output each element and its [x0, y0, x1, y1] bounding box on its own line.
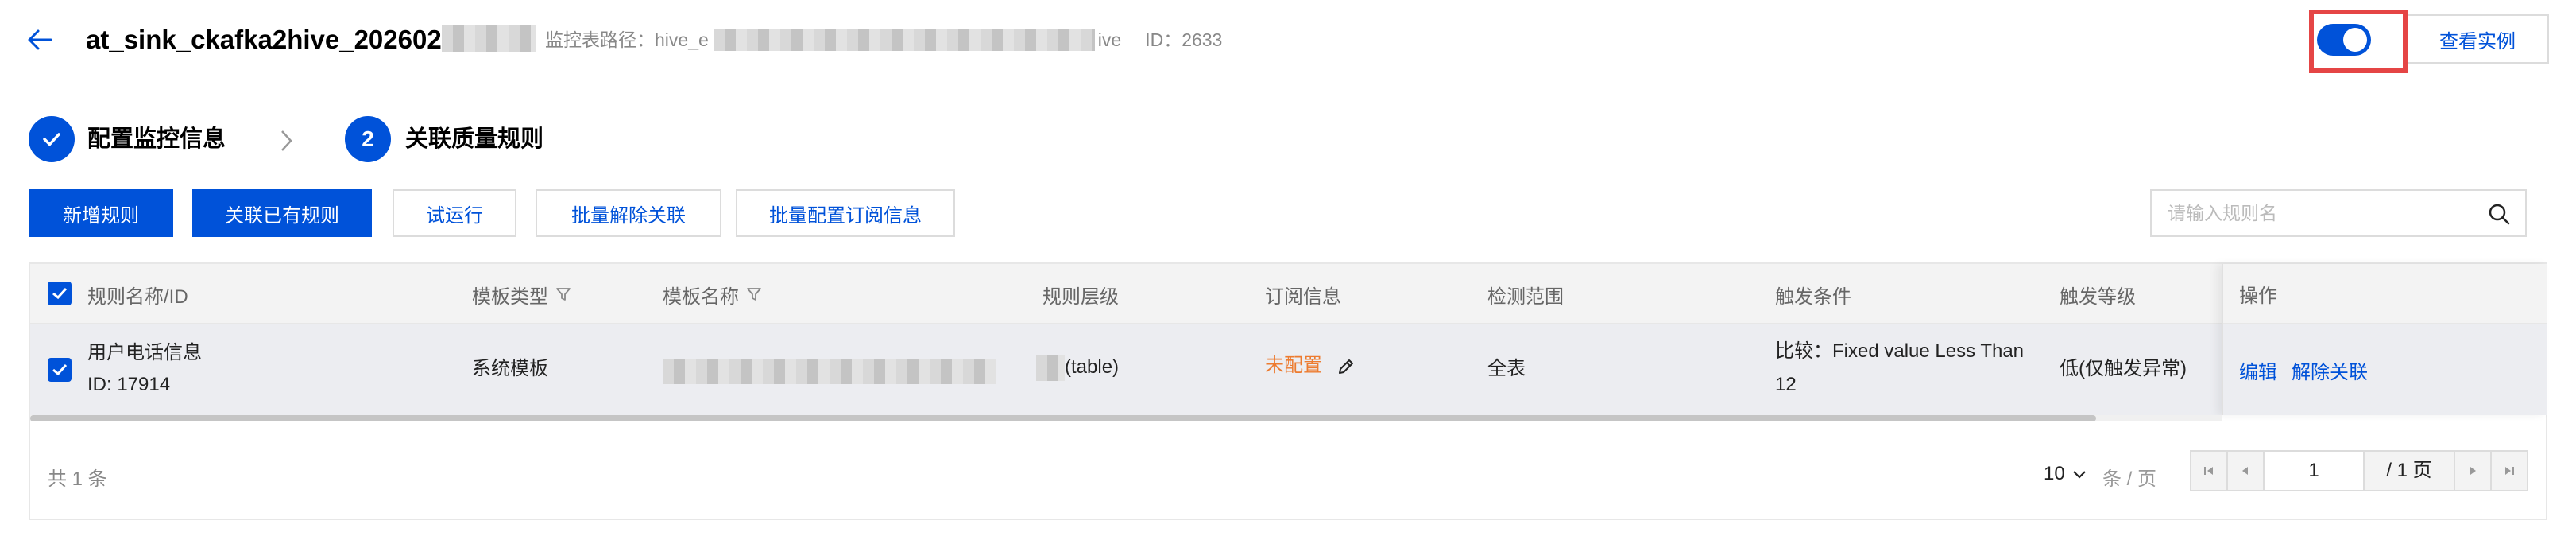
unlink-link[interactable]: 解除关联: [2292, 356, 2368, 384]
path-suffix: ive: [1097, 29, 1122, 50]
table-path-info: 监控表路径：hive_e ive ID：2633: [545, 27, 1222, 52]
rule-search-box: [2150, 189, 2527, 237]
redacted-mosaic: [1036, 355, 1065, 381]
add-rule-button[interactable]: 新增规则: [29, 189, 173, 237]
page-size-select[interactable]: 10: [2044, 463, 2087, 485]
prev-page-button[interactable]: [2226, 450, 2265, 491]
back-arrow-icon[interactable]: [24, 24, 56, 56]
monitor-toggle-switch[interactable]: [2317, 24, 2371, 56]
chevron-right-icon: [281, 130, 292, 151]
page-title-text: at_sink_ckafka2hive_202602: [86, 25, 442, 54]
col-template-type-label: 模板类型: [472, 285, 548, 308]
subscription-status-text: 未配置: [1265, 355, 1322, 376]
col-scope: 检测范围: [1487, 285, 1564, 308]
template-name: [663, 355, 996, 386]
per-page-label: 条 / 页: [2102, 468, 2157, 490]
monitor-id: ID：2633: [1145, 29, 1223, 50]
search-icon[interactable]: [2487, 202, 2511, 226]
view-instance-button[interactable]: 查看实例: [2408, 14, 2549, 64]
redacted-mosaic: [713, 28, 1095, 51]
col-rule-name: 规则名称/ID: [87, 285, 188, 308]
rule-level: (table): [1036, 352, 1119, 383]
trigger-condition-line1: 比较：Fixed value Less Than: [1775, 340, 2025, 362]
first-page-icon: [2204, 467, 2213, 475]
col-subscription: 订阅信息: [1265, 285, 1341, 308]
col-trigger-condition: 触发条件: [1775, 285, 1851, 308]
link-existing-rule-button[interactable]: 关联已有规则: [192, 189, 372, 237]
filter-icon[interactable]: [745, 285, 763, 303]
col-template-name-label: 模板名称: [663, 285, 739, 308]
filter-icon[interactable]: [555, 285, 572, 303]
last-page-icon: [2505, 467, 2514, 475]
step-2-number: 2: [345, 116, 391, 162]
col-trigger-level: 触发等级: [2060, 285, 2136, 308]
page-size-value: 10: [2044, 463, 2065, 484]
subscription-status: 未配置: [1265, 350, 1356, 382]
chevron-down-icon: [2072, 471, 2086, 479]
edit-pencil-icon[interactable]: [1336, 356, 1356, 377]
page-title: at_sink_ckafka2hive_202602: [86, 24, 536, 56]
redacted-mosaic: [663, 358, 996, 384]
current-page-input[interactable]: 1: [2263, 450, 2365, 491]
batch-subscription-button[interactable]: 批量配置订阅信息: [736, 189, 955, 237]
col-template-name[interactable]: 模板名称: [663, 264, 763, 324]
prev-page-icon: [2242, 467, 2248, 475]
last-page-button[interactable]: [2490, 450, 2528, 491]
operations-column: 操作 编辑 解除关联: [2222, 264, 2547, 415]
redacted-mosaic: [441, 25, 536, 53]
row-checkbox[interactable]: [48, 358, 72, 382]
col-rule-level: 规则层级: [1042, 285, 1119, 308]
edit-link[interactable]: 编辑: [2239, 356, 2277, 384]
select-all-checkbox[interactable]: [48, 282, 72, 305]
detection-scope: 全表: [1487, 358, 1526, 379]
first-page-button[interactable]: [2190, 450, 2228, 491]
path-label: 监控表路径：hive_e: [545, 29, 709, 50]
total-count: 共 1 条: [48, 468, 107, 490]
step-1-label: 配置监控信息: [87, 126, 226, 152]
rule-level-text: (table): [1065, 356, 1120, 378]
template-type: 系统模板: [472, 358, 548, 379]
total-pages: / 1 页: [2363, 450, 2455, 491]
batch-unlink-button[interactable]: 批量解除关联: [536, 189, 721, 237]
table-header: 规则名称/ID 模板类型 模板名称 规则层级 订阅信息 检测范围 触发条件 触发…: [30, 264, 2546, 324]
col-operations: 操作: [2223, 264, 2547, 324]
trigger-level: 低(仅触发异常): [2060, 358, 2187, 379]
pagination-controls: 1 / 1 页: [2190, 450, 2528, 491]
rule-search-input[interactable]: [2168, 202, 2485, 224]
step-1-check-icon: [29, 116, 75, 162]
horizontal-scrollbar-thumb[interactable]: [30, 415, 2096, 421]
rule-id: ID: 17914: [87, 374, 171, 395]
trigger-condition-line2: 12: [1775, 374, 1797, 395]
trial-run-button[interactable]: 试运行: [393, 189, 516, 237]
next-page-icon: [2470, 467, 2476, 475]
col-template-type[interactable]: 模板类型: [472, 264, 572, 324]
step-2-label: 关联质量规则: [405, 126, 544, 152]
table-row[interactable]: 用户电话信息 ID: 17914 系统模板 (table) 未配置 全表 比较：…: [30, 324, 2546, 415]
rules-table: 规则名称/ID 模板类型 模板名称 规则层级 订阅信息 检测范围 触发条件 触发…: [29, 262, 2547, 520]
row-actions: 编辑 解除关联: [2223, 324, 2547, 415]
rule-name: 用户电话信息: [87, 342, 202, 363]
next-page-button[interactable]: [2454, 450, 2492, 491]
